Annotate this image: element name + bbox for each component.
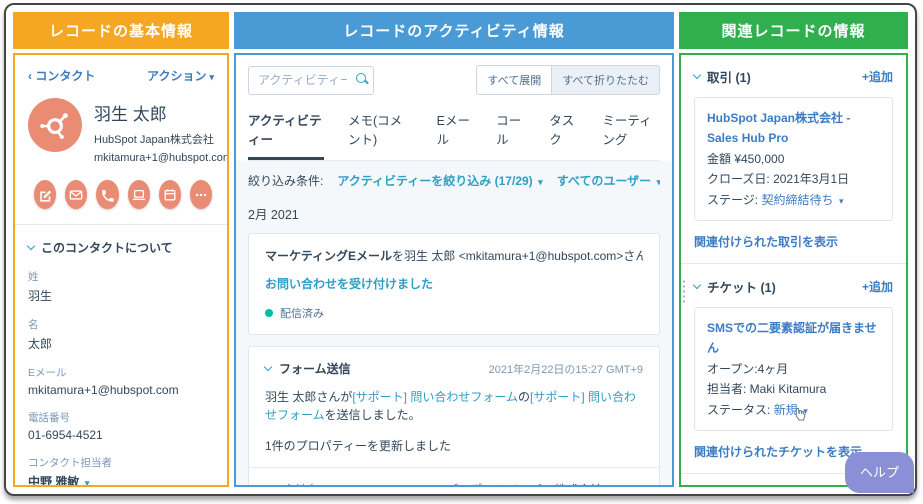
ticket-name-link[interactable]: SMSでの二要素認証が届きません — [707, 321, 877, 355]
form-link[interactable]: [サポート] 問い合わせフォーム — [352, 390, 518, 404]
back-to-contacts-link[interactable]: ‹ コンタクト — [28, 67, 95, 84]
month-header: 2月 2021 — [248, 208, 299, 222]
divider — [249, 467, 659, 468]
field-first-name: 名 太郎 — [28, 319, 53, 351]
left-panel-title: レコードの基本情報 — [13, 12, 229, 49]
field-phone: 電話番号 01-6954-4521 — [28, 412, 103, 442]
ellipsis-icon — [195, 193, 207, 196]
filter-users-dropdown[interactable]: すべてのユーザー ▾ — [557, 172, 660, 189]
right-panel-body: 取引 (1) +追加 HubSpot Japan株式会社 - Sales Hub… — [679, 53, 908, 487]
properties-updated-text: 1件のプロパティーを更新しました — [265, 439, 451, 453]
filter-label: 絞り込み条件: — [248, 174, 324, 188]
chevron-down-icon: ▾ — [535, 177, 543, 187]
ticket-status-label: ステータス: — [707, 402, 771, 417]
deal-card: HubSpot Japan株式会社 - Sales Hub Pro 金額 ¥45… — [694, 97, 893, 221]
deals-collapse-toggle[interactable]: 取引 (1) — [692, 67, 751, 86]
activity-type-label: マーケティングEメール — [265, 249, 393, 263]
search-icon — [356, 72, 366, 83]
deals-section-header: 取引 (1) +追加 — [692, 67, 893, 86]
task-icon — [132, 189, 145, 200]
tab-meetings[interactable]: ミーティング — [602, 110, 660, 160]
form-submission-card: フォーム送信 2021年2月22日の15:27 GMT+9 羽生 太郎さんが[サ… — [248, 346, 660, 485]
ticket-card: SMSでの二要素認証が届きません オープン:4ヶ月 担当者: Maki Kita… — [694, 306, 893, 431]
meeting-icon — [164, 188, 176, 200]
about-contact-section-header[interactable]: このコンタクトについて — [26, 239, 214, 256]
right-column: 関連レコードの情報 取引 (1) +追加 HubSpot Japan株式会社 -… — [679, 12, 908, 487]
hubspot-sprocket-icon — [40, 113, 68, 139]
card-collapse-toggle[interactable]: フォーム送信 — [263, 360, 351, 377]
ticket-owner: 担当者: Maki Kitamura — [707, 382, 827, 397]
activity-tabs: アクティビティー メモ(コメント) Eメール コール タスク ミーティング — [248, 110, 660, 161]
tab-activity[interactable]: アクティビティー — [248, 110, 324, 160]
deal-stage-dropdown[interactable]: 契約締結待ち ▾ — [761, 193, 843, 207]
chevron-down-icon: ▾ — [654, 177, 660, 187]
chevron-down-icon: ▾ — [836, 195, 844, 206]
more-actions-button[interactable] — [189, 180, 213, 209]
add-deal-link[interactable]: +追加 — [862, 68, 893, 85]
tickets-section-header: チケット (1) +追加 — [681, 277, 893, 303]
activity-search — [248, 65, 374, 95]
delivered-status-icon — [265, 309, 273, 317]
note-button[interactable] — [34, 180, 57, 209]
meeting-button[interactable] — [158, 180, 181, 209]
chevron-down-icon: ▾ — [209, 72, 214, 82]
left-panel-body: ‹ コンタクト アクション ▾ 羽生 太郎 HubSpot Japan株式会社 … — [13, 53, 229, 487]
call-icon — [102, 189, 115, 202]
deal-name-link[interactable]: HubSpot Japan株式会社 - Sales Hub Pro — [707, 111, 850, 145]
task-button[interactable] — [127, 180, 150, 209]
add-ticket-link[interactable]: +追加 — [862, 278, 893, 295]
deal-amount: 金額 ¥450,000 — [707, 151, 785, 166]
marketing-email-card: マーケティングEメールを羽生 太郎 <mkitamura+1@hubspot.c… — [248, 233, 660, 335]
left-column: レコードの基本情報 ‹ コンタクト アクション ▾ 羽生 太郎 HubSpot … — [13, 12, 229, 487]
timestamp: 2021年2月22日の15:27 GMT+9 — [488, 363, 643, 376]
deal-stage-label: ステージ: — [707, 192, 759, 207]
help-button[interactable]: ヘルプ — [844, 452, 914, 493]
actions-dropdown[interactable]: アクション ▾ — [147, 67, 214, 84]
app-frame: レコードの基本情報 ‹ コンタクト アクション ▾ 羽生 太郎 HubSpot … — [4, 3, 917, 496]
property-label: 会社名 — [283, 481, 434, 485]
contact-owner-dropdown[interactable]: 中野 雅敏 ▾ — [28, 473, 214, 487]
deal-close-date: クローズ日: 2021年3月1日 — [707, 172, 850, 187]
tab-notes[interactable]: メモ(コメント) — [348, 110, 413, 160]
activity-search-input[interactable] — [248, 65, 374, 95]
email-subject-link[interactable]: お問い合わせを受け付けました — [265, 275, 643, 292]
chevron-down-icon — [26, 241, 36, 251]
contact-name: 羽生 太郎 — [94, 105, 167, 124]
middle-column: レコードのアクティビティ情報 すべて展開 すべて折りたたむ — [234, 12, 674, 487]
note-icon — [40, 190, 52, 202]
expand-all-button[interactable]: すべて展開 — [476, 65, 552, 95]
delivery-status: 配信済み — [280, 308, 324, 320]
property-row: 会社名 ハブスポットジャパン株式会社 — [265, 481, 643, 485]
tickets-collapse-toggle[interactable]: チケット (1) — [692, 277, 776, 296]
chevron-down-icon — [692, 70, 702, 80]
divider — [681, 262, 906, 264]
middle-panel-title: レコードのアクティビティ情報 — [234, 12, 674, 49]
mouse-cursor-icon — [791, 406, 806, 428]
field-email: Eメール mkitamura+1@hubspot.com — [28, 367, 179, 397]
filter-activity-dropdown[interactable]: アクティビティーを絞り込み (17/29) ▾ — [337, 172, 542, 189]
chevron-down-icon: ▾ — [82, 478, 90, 487]
chevron-down-icon — [692, 280, 702, 290]
email-button[interactable] — [65, 180, 88, 209]
call-button[interactable] — [96, 180, 119, 209]
field-contact-owner: コンタクト担当者 中野 雅敏 ▾ — [28, 455, 214, 487]
tab-tasks[interactable]: タスク — [549, 110, 578, 160]
divider — [15, 224, 227, 225]
contact-email: mkitamura+1@hubspot.com — [94, 152, 229, 164]
drag-handle[interactable] — [681, 278, 685, 303]
right-panel-title: 関連レコードの情報 — [679, 12, 908, 49]
tab-email[interactable]: Eメール — [437, 110, 473, 160]
avatar — [28, 98, 82, 152]
tab-calls[interactable]: コール — [496, 110, 525, 160]
field-last-name: 姓 羽生 — [28, 271, 53, 303]
email-icon — [69, 189, 83, 200]
contact-company: HubSpot Japan株式会社 — [94, 134, 214, 146]
chevron-down-icon — [263, 362, 273, 372]
property-value: ハブスポットジャパン株式会社 — [434, 481, 602, 485]
collapse-all-button[interactable]: すべて折りたたむ — [551, 65, 660, 95]
middle-panel-body: すべて展開 すべて折りたたむ アクティビティー メモ(コメント) Eメール コー… — [234, 53, 674, 487]
view-associated-deals-link[interactable]: 関連付けられた取引を表示 — [694, 233, 893, 250]
ticket-open-duration: オープン:4ヶ月 — [707, 361, 789, 376]
